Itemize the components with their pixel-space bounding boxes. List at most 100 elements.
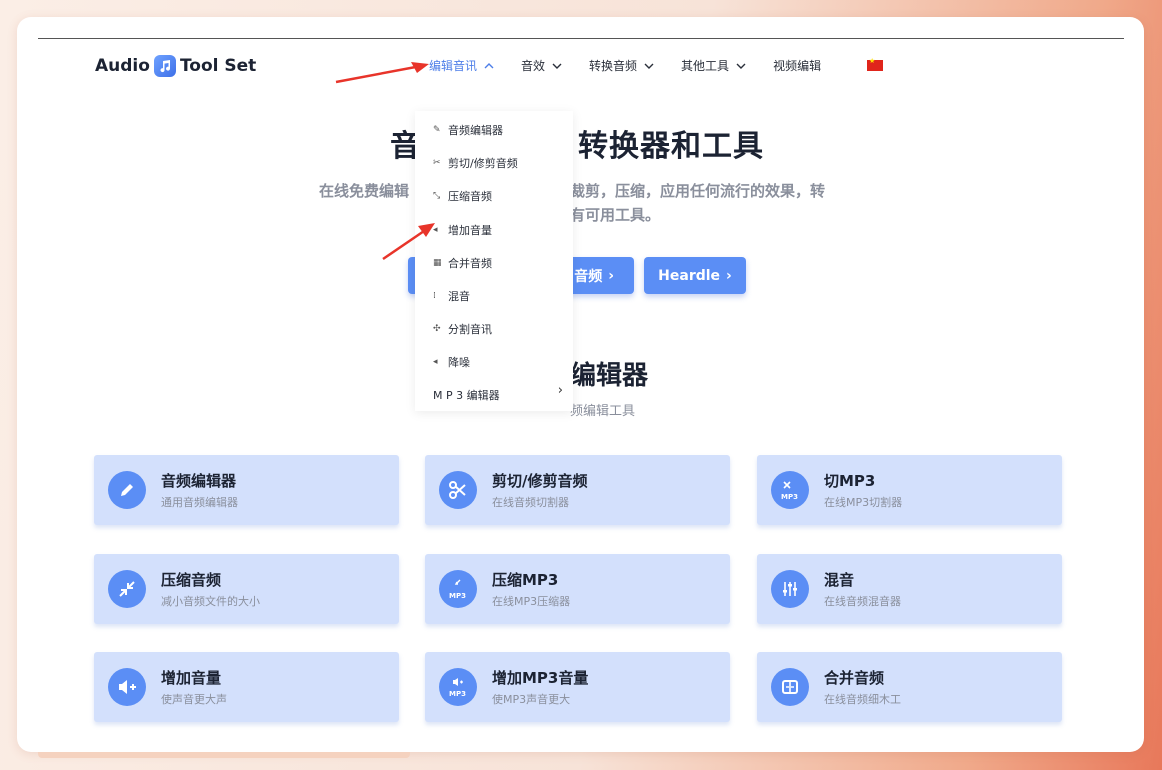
menu-label: 分割音讯 bbox=[448, 323, 492, 336]
tile-subtitle: 在线音频混音器 bbox=[824, 595, 901, 608]
tool-tile-increase-mp3-volume[interactable]: MP3 增加MP3音量 使MP3声音更大 bbox=[425, 652, 730, 722]
logo-text-audio: Audio bbox=[95, 56, 150, 76]
mixer-icon: ⁞ bbox=[433, 291, 436, 301]
speaker-icon: ◂ bbox=[433, 357, 438, 367]
tile-title: 增加音量 bbox=[161, 669, 222, 687]
split-icon: ✣ bbox=[433, 324, 441, 334]
menu-item-mixer[interactable]: ⁞ 混音 bbox=[433, 288, 470, 304]
hero-subtitle-right: 裁剪，压缩，应用任何流行的效果，转 bbox=[570, 182, 826, 200]
menu-label: 混音 bbox=[448, 290, 470, 303]
nav-label: 转换音频 bbox=[589, 59, 638, 73]
scissors-icon bbox=[439, 471, 477, 509]
button-label: 音频 bbox=[574, 268, 603, 285]
button-label: Heardle bbox=[658, 267, 721, 284]
tile-title: 剪切/修剪音频 bbox=[492, 472, 588, 490]
language-flag-icon[interactable] bbox=[867, 57, 883, 71]
nav-label: 编辑音讯 bbox=[429, 59, 478, 73]
main-nav: 编辑音讯 音效 转换音频 其他工具 视频编辑 bbox=[429, 57, 847, 74]
nav-video-edit[interactable]: 视频编辑 bbox=[773, 57, 821, 74]
svg-text:MP3: MP3 bbox=[449, 690, 466, 698]
tool-tile-cut-audio[interactable]: 剪切/修剪音频 在线音频切割器 bbox=[425, 455, 730, 525]
nav-effects[interactable]: 音效 bbox=[521, 57, 563, 74]
tool-tile-cut-mp3[interactable]: MP3 切MP3 在线MP3切割器 bbox=[757, 455, 1062, 525]
menu-label: 音频编辑器 bbox=[448, 124, 503, 137]
pencil-icon bbox=[108, 471, 146, 509]
nav-label: 音效 bbox=[521, 59, 546, 73]
menu-item-noise-reduction[interactable]: ◂ 降噪 bbox=[433, 354, 470, 370]
tile-subtitle: 减小音频文件的大小 bbox=[161, 595, 260, 608]
menu-label: 增加音量 bbox=[448, 224, 492, 237]
volume-up-icon bbox=[108, 668, 146, 706]
chevron-right-icon: › bbox=[608, 267, 614, 284]
mixer-icon bbox=[771, 570, 809, 608]
tool-tile-audio-editor[interactable]: 音频编辑器 通用音频编辑器 bbox=[94, 455, 399, 525]
tile-subtitle: 在线音频细木工 bbox=[824, 693, 901, 706]
hero-title-right: 转换器和工具 bbox=[578, 129, 764, 164]
tile-subtitle: 使MP3声音更大 bbox=[492, 693, 571, 706]
section-title: 编辑器 bbox=[570, 361, 649, 391]
menu-label: 压缩音频 bbox=[448, 190, 492, 203]
scissors-icon: ✂ bbox=[433, 158, 441, 168]
tile-title: 切MP3 bbox=[824, 472, 876, 490]
menu-item-increase-volume[interactable]: ◂ 增加音量 bbox=[433, 222, 492, 238]
tile-subtitle: 在线MP3压缩器 bbox=[492, 595, 571, 608]
chevron-right-icon: › bbox=[726, 267, 732, 284]
chevron-down-icon bbox=[644, 63, 654, 69]
tool-tile-mixer[interactable]: 混音 在线音频混音器 bbox=[757, 554, 1062, 624]
tool-tile-compress-audio[interactable]: 压缩音频 减小音频文件的大小 bbox=[94, 554, 399, 624]
chevron-down-icon bbox=[736, 63, 746, 69]
section-subtitle: 频编辑工具 bbox=[570, 404, 636, 419]
annotation-arrow-icon bbox=[335, 62, 429, 84]
menu-item-audio-editor[interactable]: ✎ 音频编辑器 bbox=[433, 122, 503, 138]
menu-label: M P 3 编辑器 bbox=[433, 389, 500, 402]
tile-subtitle: 在线MP3切割器 bbox=[824, 496, 903, 509]
menu-label: 剪切/修剪音频 bbox=[448, 157, 518, 170]
menu-item-merge-audio[interactable]: ▦ 合并音频 bbox=[433, 255, 492, 271]
annotation-arrow-icon bbox=[382, 223, 435, 261]
logo-text-toolset: Tool Set bbox=[179, 56, 257, 76]
nav-other-tools[interactable]: 其他工具 bbox=[681, 57, 747, 74]
compress-icon: ⤡ bbox=[433, 191, 441, 201]
menu-item-compress-audio[interactable]: ⤡ 压缩音频 bbox=[433, 188, 492, 204]
merge-icon bbox=[771, 668, 809, 706]
tile-title: 音频编辑器 bbox=[161, 472, 237, 490]
menu-label: 合并音频 bbox=[448, 257, 492, 270]
nav-label: 其他工具 bbox=[681, 59, 730, 73]
mp3-volume-icon: MP3 bbox=[439, 668, 477, 706]
tool-tile-merge-audio[interactable]: 合并音频 在线音频细木工 bbox=[757, 652, 1062, 722]
pencil-icon: ✎ bbox=[433, 125, 441, 135]
heardle-button[interactable]: Heardle › bbox=[644, 257, 746, 294]
mp3-compress-icon: MP3 bbox=[439, 570, 477, 608]
tile-subtitle: 通用音频编辑器 bbox=[161, 496, 238, 509]
tile-title: 合并音频 bbox=[824, 669, 885, 687]
site-logo[interactable]: Audio Tool Set bbox=[95, 55, 256, 77]
chevron-up-icon bbox=[484, 62, 494, 68]
tool-tile-compress-mp3[interactable]: MP3 压缩MP3 在线MP3压缩器 bbox=[425, 554, 730, 624]
menu-item-cut-audio[interactable]: ✂ 剪切/修剪音频 bbox=[433, 155, 518, 171]
tile-title: 压缩MP3 bbox=[492, 571, 559, 589]
hero-subtitle-line2: 有可用工具。 bbox=[570, 206, 661, 224]
nav-label: 视频编辑 bbox=[773, 59, 822, 73]
mp3-scissors-icon: MP3 bbox=[771, 471, 809, 509]
svg-text:MP3: MP3 bbox=[449, 592, 466, 600]
tile-title: 增加MP3音量 bbox=[492, 669, 589, 687]
nav-edit-audio[interactable]: 编辑音讯 bbox=[429, 57, 495, 74]
tool-tile-increase-volume[interactable]: 增加音量 使声音更大声 bbox=[94, 652, 399, 722]
compress-icon bbox=[108, 570, 146, 608]
top-divider bbox=[38, 38, 1124, 39]
page-card: Audio Tool Set 编辑音讯 音效 转换音频 其他工具 视频编辑 音 … bbox=[17, 17, 1144, 752]
tile-subtitle: 在线音频切割器 bbox=[492, 496, 569, 509]
page-bottom-strip bbox=[38, 752, 410, 758]
tile-subtitle: 使声音更大声 bbox=[161, 693, 227, 706]
tile-title: 压缩音频 bbox=[161, 571, 222, 589]
menu-label: 降噪 bbox=[448, 356, 470, 369]
chevron-right-icon: › bbox=[557, 383, 563, 398]
menu-item-split-audio[interactable]: ✣ 分割音讯 bbox=[433, 321, 492, 337]
nav-convert[interactable]: 转换音频 bbox=[589, 57, 655, 74]
music-note-icon bbox=[153, 55, 176, 77]
chevron-down-icon bbox=[552, 63, 562, 69]
tile-title: 混音 bbox=[824, 571, 855, 589]
hero-subtitle-left: 在线免费编辑 bbox=[319, 182, 410, 200]
svg-text:MP3: MP3 bbox=[781, 493, 798, 501]
menu-item-mp3-editor[interactable]: M P 3 编辑器 bbox=[433, 387, 500, 403]
